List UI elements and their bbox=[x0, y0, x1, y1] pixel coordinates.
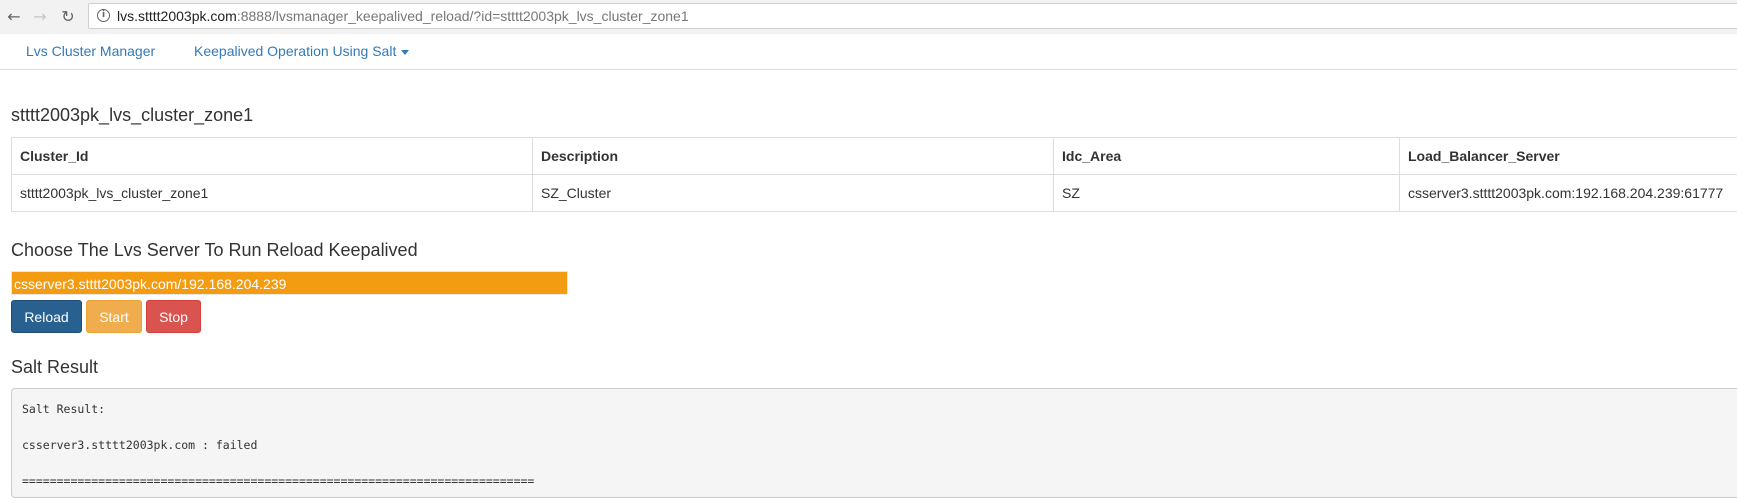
table-cell: stttt2003pk_lvs_cluster_zone1 bbox=[11, 174, 533, 212]
stop-button[interactable]: Stop bbox=[146, 300, 201, 333]
column-header: Description bbox=[532, 137, 1054, 175]
column-header: Idc_Area bbox=[1053, 137, 1400, 175]
browser-toolbar: ← → ↻ i lvs.stttt2003pk.com:8888/lvsmana… bbox=[0, 0, 1737, 35]
column-header: Load_Balancer_Server bbox=[1399, 137, 1737, 175]
address-bar[interactable]: i lvs.stttt2003pk.com:8888/lvsmanager_ke… bbox=[88, 3, 1737, 29]
caret-down-icon bbox=[401, 49, 410, 55]
salt-result-title: Salt Result bbox=[11, 357, 99, 377]
lvs-server-select[interactable]: csserver3.stttt2003pk.com/192.168.204.23… bbox=[11, 271, 568, 295]
reload-icon[interactable]: ↻ bbox=[58, 7, 78, 27]
result-line: Salt Result: bbox=[22, 402, 106, 416]
keepalived-operation-dropdown[interactable]: Keepalived Operation Using Salt bbox=[194, 43, 410, 59]
dropdown-label: Keepalived Operation Using Salt bbox=[194, 43, 397, 59]
cluster-title: stttt2003pk_lvs_cluster_zone1 bbox=[11, 105, 254, 125]
nav-brand-link[interactable]: Lvs Cluster Manager bbox=[26, 43, 155, 59]
table-cell: SZ bbox=[1053, 174, 1400, 212]
start-button[interactable]: Start bbox=[86, 300, 142, 333]
table-cell: csserver3.stttt2003pk.com:192.168.204.23… bbox=[1399, 174, 1737, 212]
result-line-blank bbox=[22, 418, 1727, 436]
table-row: stttt2003pk_lvs_cluster_zone1 SZ_Cluster… bbox=[11, 174, 1737, 212]
info-icon[interactable]: i bbox=[97, 9, 110, 22]
table-cell: SZ_Cluster bbox=[532, 174, 1054, 212]
top-navbar: Lvs Cluster Manager Keepalived Operation… bbox=[0, 34, 1737, 70]
reload-button[interactable]: Reload bbox=[11, 300, 82, 333]
salt-result-output: Salt Result: csserver3.stttt2003pk.com : … bbox=[11, 388, 1737, 498]
back-arrow-icon[interactable]: ← bbox=[4, 7, 24, 27]
url-path: :8888/lvsmanager_keepalived_reload/?id=s… bbox=[236, 8, 689, 24]
forward-arrow-icon[interactable]: → bbox=[30, 7, 50, 27]
url-host: lvs.stttt2003pk.com bbox=[117, 8, 237, 24]
result-line-blank bbox=[22, 454, 1727, 472]
table-header-row: Cluster_Id Description Idc_Area Load_Bal… bbox=[11, 137, 1737, 175]
url-text[interactable]: lvs.stttt2003pk.com:8888/lvsmanager_keep… bbox=[117, 7, 689, 25]
cluster-table: Cluster_Id Description Idc_Area Load_Bal… bbox=[11, 137, 1737, 212]
choose-server-title: Choose The Lvs Server To Run Reload Keep… bbox=[11, 240, 418, 260]
result-line: csserver3.stttt2003pk.com : failed bbox=[22, 438, 258, 452]
result-line: ========================================… bbox=[22, 474, 535, 488]
column-header: Cluster_Id bbox=[11, 137, 533, 175]
